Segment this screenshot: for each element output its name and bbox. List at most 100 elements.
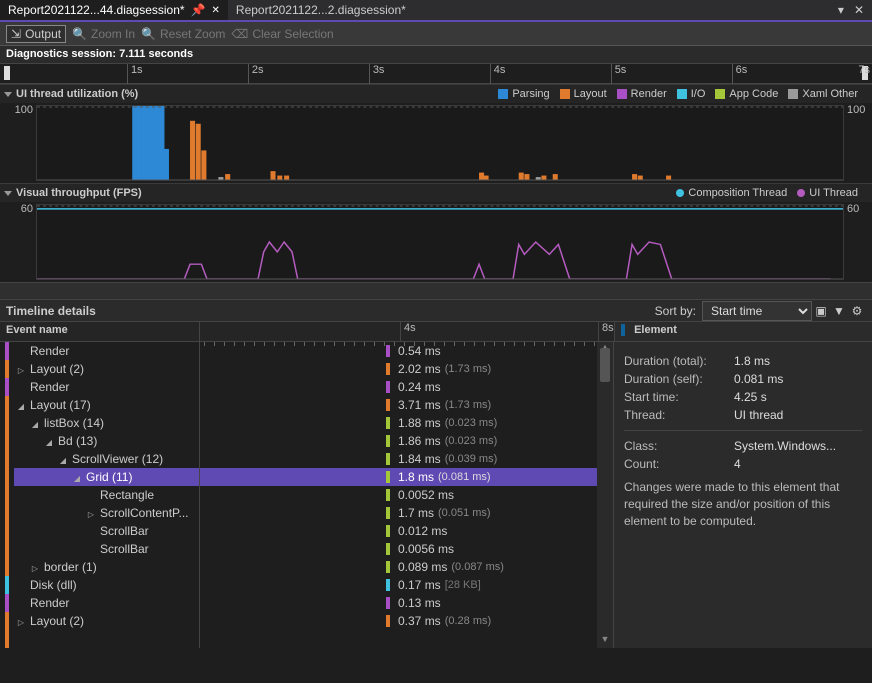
- ruler-tick: 4s: [490, 64, 506, 84]
- duration-row[interactable]: 0.13 ms: [200, 594, 613, 612]
- tree-row[interactable]: ScrollContentP...: [14, 504, 199, 522]
- close-panel-icon[interactable]: ✕: [854, 3, 864, 17]
- reset-zoom-button[interactable]: 🔍 Reset Zoom: [141, 27, 225, 41]
- clear-selection-button[interactable]: ⌫ Clear Selection: [231, 27, 333, 41]
- tree-row[interactable]: Grid (11): [14, 468, 199, 486]
- util-chart-header[interactable]: UI thread utilization (%) ParsingLayoutR…: [0, 85, 872, 103]
- property-row: Class:System.Windows...: [624, 439, 862, 453]
- session-header: Diagnostics session: 7.111 seconds: [0, 46, 872, 64]
- duration-row[interactable]: 1.88 ms(0.023 ms): [200, 414, 613, 432]
- duration-row[interactable]: 0.012 ms: [200, 522, 613, 540]
- zoom-in-label: Zoom In: [91, 27, 135, 41]
- event-duration-column[interactable]: 0.54 ms2.02 ms(1.73 ms)0.24 ms3.71 ms(1.…: [200, 342, 614, 648]
- tree-row[interactable]: Disk (dll): [14, 576, 199, 594]
- duration-row[interactable]: 0.0052 ms: [200, 486, 613, 504]
- tree-row[interactable]: Render: [14, 342, 199, 360]
- tab-active[interactable]: Report2021122...44.diagsession* 📌 ✕: [0, 0, 228, 20]
- scroll-down-icon[interactable]: ▼: [597, 634, 613, 648]
- duration-mark: [386, 435, 390, 447]
- tree-twisty-icon[interactable]: [72, 470, 82, 484]
- duration-row[interactable]: 3.71 ms(1.73 ms): [200, 396, 613, 414]
- duration-mark: [386, 579, 390, 591]
- util-chart: UI thread utilization (%) ParsingLayoutR…: [0, 84, 872, 181]
- col-event-name[interactable]: Event name: [0, 322, 200, 341]
- tree-twisty-icon[interactable]: [44, 434, 54, 448]
- duration-row[interactable]: 0.24 ms: [200, 378, 613, 396]
- duration-row[interactable]: 0.17 ms[28 KB]: [200, 576, 613, 594]
- duration-row[interactable]: 0.37 ms(0.28 ms): [200, 612, 613, 630]
- tree-row-label: border (1): [44, 560, 97, 574]
- tree-twisty-icon[interactable]: [86, 506, 96, 520]
- tree-row-label: Rectangle: [100, 488, 154, 502]
- tree-twisty-icon[interactable]: [30, 560, 40, 574]
- fps-legend: Composition ThreadUI Thread: [676, 187, 858, 199]
- tree-twisty-icon[interactable]: [30, 416, 40, 430]
- tree-row[interactable]: border (1): [14, 558, 199, 576]
- output-button[interactable]: ⇲ Output: [6, 25, 66, 43]
- close-icon[interactable]: ✕: [212, 5, 220, 16]
- gear-icon[interactable]: ⚙: [848, 302, 866, 320]
- rail-segment: [5, 576, 9, 594]
- tree-row[interactable]: Layout (17): [14, 396, 199, 414]
- session-label: Diagnostics session:: [6, 48, 116, 60]
- legend-item: Render: [617, 88, 667, 100]
- col-timeline[interactable]: 4s8s: [200, 322, 614, 341]
- duration-row[interactable]: 1.84 ms(0.039 ms): [200, 450, 613, 468]
- legend-label: UI Thread: [809, 187, 858, 199]
- tree-row[interactable]: ScrollBar: [14, 522, 199, 540]
- duration-row[interactable]: 1.8 ms(0.081 ms): [200, 468, 613, 486]
- fps-chart-body[interactable]: 60 60: [36, 204, 844, 280]
- scrollbar-thumb[interactable]: [600, 348, 610, 382]
- zoom-in-button[interactable]: 🔍 Zoom In: [72, 27, 135, 41]
- duration-attr: [28 KB]: [445, 579, 481, 591]
- vertical-scrollbar[interactable]: ▲ ▼: [597, 342, 613, 648]
- caret-down-icon: [4, 191, 12, 196]
- tree-row-label: Layout (17): [30, 398, 91, 412]
- tree-row[interactable]: Layout (2): [14, 612, 199, 630]
- sort-by-select[interactable]: Start time: [702, 301, 812, 321]
- duration-row[interactable]: 0.54 ms: [200, 342, 613, 360]
- tree-row[interactable]: ScrollViewer (12): [14, 450, 199, 468]
- duration-row[interactable]: 2.02 ms(1.73 ms): [200, 360, 613, 378]
- tree-row[interactable]: Render: [14, 594, 199, 612]
- tree-row-label: ScrollBar: [100, 542, 149, 556]
- duration-value: 1.7 ms: [398, 506, 434, 520]
- tree-twisty-icon[interactable]: [16, 398, 26, 412]
- tab-other[interactable]: Report2021122...2.diagsession*: [228, 0, 414, 20]
- duration-row[interactable]: 1.86 ms(0.023 ms): [200, 432, 613, 450]
- tree-row[interactable]: Bd (13): [14, 432, 199, 450]
- duration-value: 0.012 ms: [398, 524, 447, 538]
- fps-ymax-right: 60: [847, 203, 872, 215]
- tree-row-label: Grid (11): [86, 470, 132, 484]
- frame-select-icon[interactable]: ▣: [812, 302, 830, 320]
- tree-twisty-icon[interactable]: [16, 614, 26, 628]
- duration-value: 0.37 ms: [398, 614, 441, 628]
- rail-segment: [5, 396, 9, 576]
- timeline-table: RenderLayout (2)RenderLayout (17)listBox…: [0, 342, 872, 648]
- tab-label: Report2021122...2.diagsession*: [236, 3, 406, 17]
- duration-mark: [386, 399, 390, 411]
- tree-row[interactable]: Render: [14, 378, 199, 396]
- event-tree-list[interactable]: RenderLayout (2)RenderLayout (17)listBox…: [14, 342, 199, 648]
- util-ymax-left: 100: [7, 104, 33, 116]
- filter-icon[interactable]: ▼: [830, 302, 848, 320]
- time-ruler[interactable]: 1s2s3s4s5s6s 7s: [0, 64, 872, 84]
- tree-twisty-icon[interactable]: [16, 362, 26, 376]
- horizontal-splitter[interactable]: [0, 282, 872, 300]
- duration-row[interactable]: 0.0056 ms: [200, 540, 613, 558]
- tree-row[interactable]: Rectangle: [14, 486, 199, 504]
- tree-row[interactable]: Layout (2): [14, 360, 199, 378]
- pin-icon[interactable]: 📌: [191, 3, 206, 17]
- window-position-icon[interactable]: ▾: [838, 3, 844, 17]
- tree-row[interactable]: ScrollBar: [14, 540, 199, 558]
- property-key: Count:: [624, 457, 734, 471]
- duration-row[interactable]: 0.089 ms(0.087 ms): [200, 558, 613, 576]
- util-chart-body[interactable]: 100 100: [36, 105, 844, 181]
- tree-row[interactable]: listBox (14): [14, 414, 199, 432]
- duration-row[interactable]: 1.7 ms(0.051 ms): [200, 504, 613, 522]
- fps-chart-header[interactable]: Visual throughput (FPS) Composition Thre…: [0, 184, 872, 202]
- duration-mark: [386, 615, 390, 627]
- range-handle-left[interactable]: [4, 66, 10, 80]
- tree-twisty-icon[interactable]: [58, 452, 68, 466]
- tree-row-label: Layout (2): [30, 362, 84, 376]
